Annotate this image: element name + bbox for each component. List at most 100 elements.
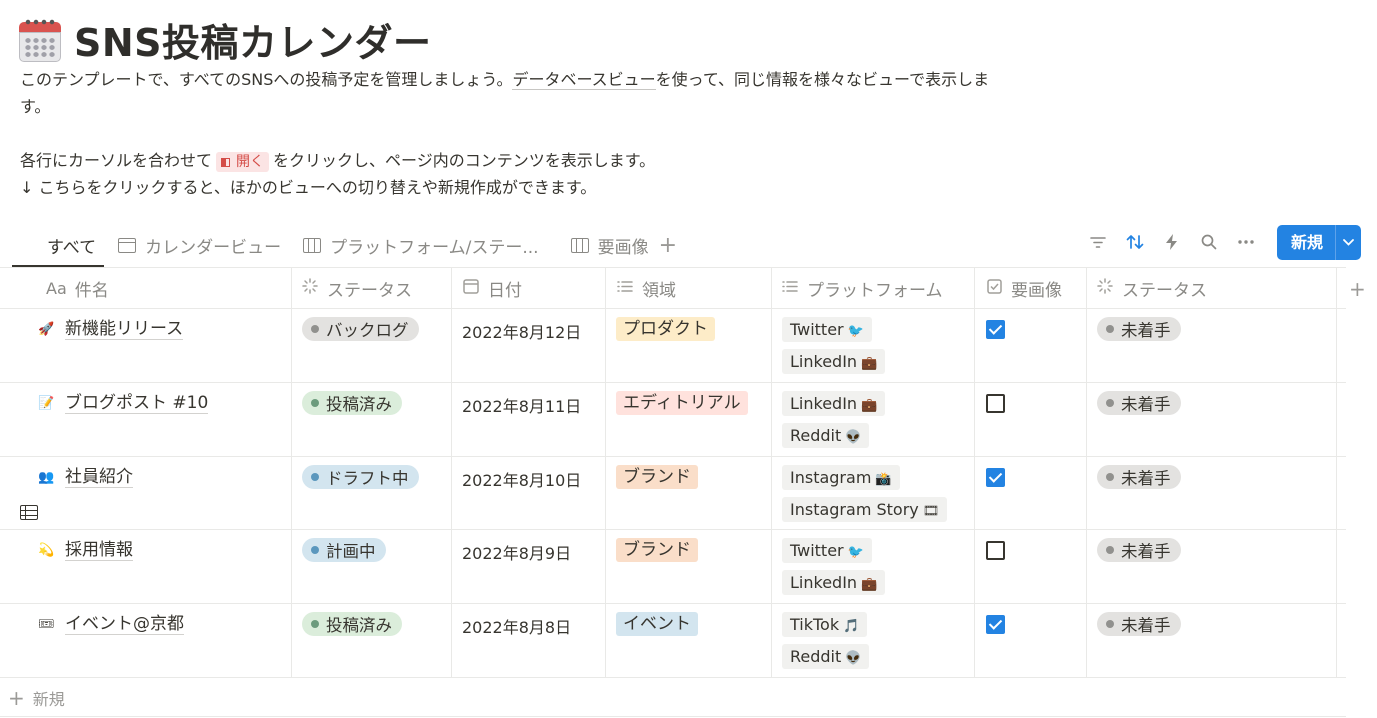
database-view-link[interactable]: データベースビュー xyxy=(512,70,656,90)
platform-cell[interactable]: Instagram 📸 Instagram Story 🎞 xyxy=(782,465,948,529)
table-row[interactable]: 💫 採用情報 計画中 2022年8月9日 ブランド Twitter 🐦 LinkedIn 💼 未着… xyxy=(0,530,1346,604)
platform-tag: Reddit 👽 xyxy=(782,644,870,669)
description-text: をクリックし、ページ内のコンテンツを表示します。 xyxy=(273,151,656,170)
platform-label: LinkedIn xyxy=(790,394,858,413)
date-cell[interactable]: 2022年8月9日 xyxy=(462,540,571,564)
status-cell[interactable]: ドラフト中 xyxy=(302,465,419,489)
area-tag: プロダクト xyxy=(616,317,715,341)
area-cell[interactable]: ブランド xyxy=(616,465,698,489)
status-2-cell[interactable]: 未着手 xyxy=(1097,465,1181,489)
platform-tag: LinkedIn 💼 xyxy=(782,391,886,416)
status-label: バックログ xyxy=(326,321,409,340)
column-label: 要画像 xyxy=(1011,280,1062,301)
table-row[interactable]: 📝 ブログポスト #10 投稿済み 2022年8月11日 エディトリアル LinkedIn… xyxy=(0,383,1346,457)
date-cell[interactable]: 2022年8月10日 xyxy=(462,467,581,491)
platform-emoji-icon: 👽 xyxy=(845,430,862,445)
row-title[interactable]: 👥 社員紹介 xyxy=(38,467,133,488)
tab-calendar-view[interactable]: カレンダービュー xyxy=(110,224,289,267)
status-2-cell[interactable]: 未着手 xyxy=(1097,538,1181,562)
date-cell[interactable]: 2022年8月12日 xyxy=(462,319,581,343)
new-button[interactable]: 新規 xyxy=(1276,224,1361,260)
needs-image-checkbox[interactable] xyxy=(986,615,1005,634)
sort-icon[interactable] xyxy=(1120,227,1150,257)
board-icon xyxy=(303,238,322,253)
platform-label: LinkedIn xyxy=(790,573,858,592)
row-title[interactable]: 💫 採用情報 xyxy=(38,540,133,561)
column-label: 日付 xyxy=(488,280,522,301)
status-2-cell[interactable]: 未着手 xyxy=(1097,317,1181,341)
chevron-down-icon[interactable] xyxy=(1335,224,1361,260)
platform-cell[interactable]: TikTok 🎵 Reddit 👽 xyxy=(782,612,870,676)
platform-tag: TikTok 🎵 xyxy=(782,612,868,637)
platform-tag: LinkedIn 💼 xyxy=(782,570,886,595)
column-header-date[interactable]: 日付 xyxy=(463,267,522,309)
area-cell[interactable]: エディトリアル xyxy=(616,391,748,415)
column-header-name[interactable]: Aa 件名 xyxy=(46,267,109,309)
page-title[interactable]: SNS投稿カレンダー xyxy=(74,12,432,67)
platform-emoji-icon: 💼 xyxy=(861,398,878,413)
new-row-button[interactable]: + 新規 xyxy=(8,686,65,710)
table-row[interactable]: 👥 社員紹介 ドラフト中 2022年8月10日 ブランド Instagram 📸 Instag… xyxy=(0,457,1346,531)
column-header-area[interactable]: 領域 xyxy=(617,267,676,309)
needs-image-checkbox[interactable] xyxy=(986,541,1005,560)
filter-icon[interactable] xyxy=(1083,227,1113,257)
status-badge: 未着手 xyxy=(1097,317,1181,341)
status-badge: 未着手 xyxy=(1097,391,1181,415)
area-cell[interactable]: イベント xyxy=(616,612,698,636)
platform-tag: Reddit 👽 xyxy=(782,423,870,448)
calendar-icon[interactable] xyxy=(18,17,62,62)
tab-all[interactable]: すべて xyxy=(12,224,105,520)
platform-label: Reddit xyxy=(790,647,842,666)
status-cell[interactable]: 計画中 xyxy=(302,538,386,562)
view-tabs: すべて カレンダービュー プラットフォーム/ステー... 要画像 + xyxy=(12,224,677,520)
table-row[interactable]: 🚀 新機能リリース バックログ 2022年8月12日 プロダクト Twitter 🐦 Link… xyxy=(0,309,1346,383)
platform-label: TikTok xyxy=(790,615,840,634)
area-cell[interactable]: ブランド xyxy=(616,538,698,562)
status-dot xyxy=(1106,546,1114,554)
status-2-cell[interactable]: 未着手 xyxy=(1097,612,1181,636)
status-2-cell[interactable]: 未着手 xyxy=(1097,391,1181,415)
page-emoji-icon: 👥 xyxy=(38,469,55,485)
column-label: 領域 xyxy=(642,280,676,301)
column-header-status[interactable]: ステータス xyxy=(302,267,412,309)
status-cell[interactable]: バックログ xyxy=(302,317,419,341)
platform-emoji-icon: 📸 xyxy=(875,472,892,487)
platform-cell[interactable]: Twitter 🐦 LinkedIn 💼 xyxy=(782,538,886,602)
area-cell[interactable]: プロダクト xyxy=(616,317,715,341)
platform-cell[interactable]: Twitter 🐦 LinkedIn 💼 xyxy=(782,317,886,381)
status-label: 未着手 xyxy=(1121,395,1171,414)
row-title-text: 新機能リリース xyxy=(65,319,184,340)
row-title[interactable]: 📝 ブログポスト #10 xyxy=(38,393,209,414)
list-icon xyxy=(617,279,633,297)
status-cell[interactable]: 投稿済み xyxy=(302,391,402,415)
page-emoji-icon: 🚀 xyxy=(38,321,55,337)
row-title[interactable]: 🎟 イベント@京都 xyxy=(38,614,184,635)
table-row[interactable]: 🎟 イベント@京都 投稿済み 2022年8月8日 イベント TikTok 🎵 Reddit 👽 未… xyxy=(0,604,1346,678)
status-dot xyxy=(1106,473,1114,481)
automation-icon[interactable] xyxy=(1157,227,1187,257)
status-dot xyxy=(1106,620,1114,628)
column-header-status-2[interactable]: ステータス xyxy=(1097,267,1207,309)
add-column-icon[interactable]: + xyxy=(1349,277,1366,301)
needs-image-checkbox[interactable] xyxy=(986,320,1005,339)
platform-emoji-icon: 🎵 xyxy=(843,619,860,634)
date-cell[interactable]: 2022年8月8日 xyxy=(462,614,571,638)
platform-cell[interactable]: LinkedIn 💼 Reddit 👽 xyxy=(782,391,886,455)
platform-label: LinkedIn xyxy=(790,352,858,371)
status-label: 未着手 xyxy=(1121,321,1171,340)
more-icon[interactable] xyxy=(1231,227,1261,257)
column-header-needs-image[interactable]: 要画像 xyxy=(986,267,1062,309)
needs-image-checkbox[interactable] xyxy=(986,468,1005,487)
status-cell[interactable]: 投稿済み xyxy=(302,612,402,636)
tab-needs-image[interactable]: 要画像 xyxy=(563,224,657,267)
needs-image-checkbox[interactable] xyxy=(986,394,1005,413)
column-header-platform[interactable]: プラットフォーム xyxy=(782,267,943,309)
tab-platform-status[interactable]: プラットフォーム/ステー... xyxy=(295,224,546,267)
row-title[interactable]: 🚀 新機能リリース xyxy=(38,319,184,340)
open-icon xyxy=(221,158,231,167)
search-icon[interactable] xyxy=(1194,227,1224,257)
tab-label: すべて xyxy=(47,238,97,258)
status-badge: 計画中 xyxy=(302,538,386,562)
add-view-icon[interactable]: + xyxy=(659,234,677,257)
date-cell[interactable]: 2022年8月11日 xyxy=(462,393,581,417)
